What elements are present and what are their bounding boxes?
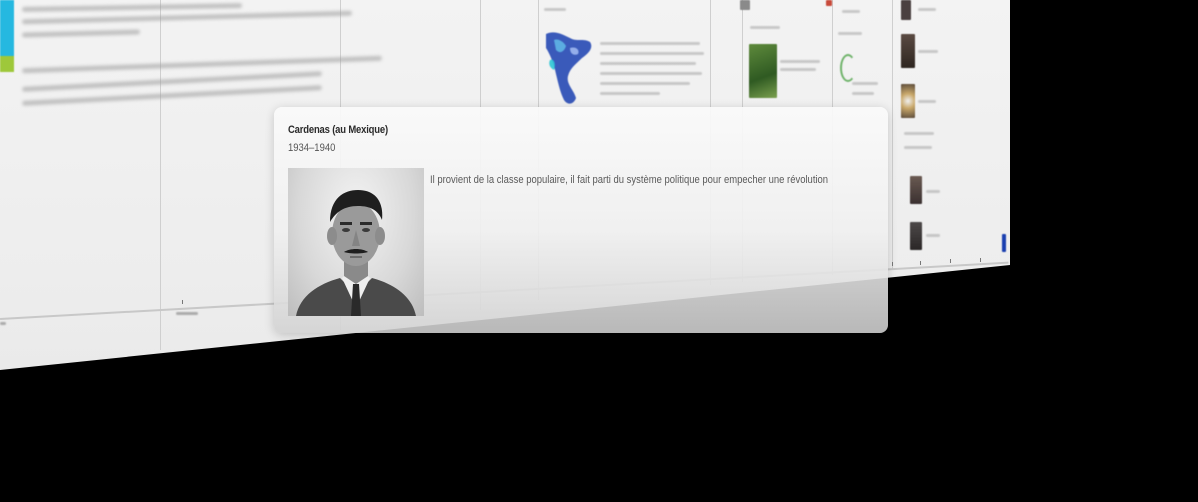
blurred-text-line [544,8,566,11]
column-divider [160,0,161,350]
blurred-text-line [918,8,936,11]
blurred-text-line [838,32,862,35]
plant-thumbnail [749,44,777,98]
axis-tick [920,261,921,265]
timeline-marker [1002,234,1006,252]
blurred-text-line [600,92,660,95]
blurred-text-line [842,10,860,13]
portrait-photo [288,168,424,316]
blurred-text-line [918,50,938,53]
timeline-viewport[interactable]: Cardenas (au Mexique) 1934–1940 Il provi… [0,0,1198,502]
logo-thumbnail [840,54,856,82]
blurred-axis-label [176,312,198,315]
blurred-text-line [21,29,141,38]
event-title: Cardenas (au Mexique) [288,124,388,136]
blurred-text-line [780,60,820,63]
blurred-text-line [21,3,243,12]
photo-thumbnail [901,0,911,20]
blurred-text-line [904,132,934,135]
blurred-text-line [22,55,382,74]
event-detail-card[interactable]: Cardenas (au Mexique) 1934–1940 Il provi… [274,107,888,333]
photo-thumbnail [901,34,915,68]
map-thumbnail [546,32,592,104]
blurred-text-line [750,26,780,29]
small-thumbnail [740,0,750,10]
blurred-text-line [852,92,874,95]
blurred-axis-label [0,322,6,325]
blurred-text-line [21,10,353,25]
blurred-text-line [600,52,704,55]
blurred-text-line [918,100,936,103]
category-color-strip [0,0,14,72]
blurred-text-line [600,82,690,85]
blurred-text-line [852,82,878,85]
blurred-text-line [600,72,702,75]
event-dates: 1934–1940 [288,142,336,154]
event-description: Il provient de la classe populaire, il f… [430,174,829,186]
photo-thumbnail [910,222,922,250]
photo-thumbnail [901,84,915,118]
small-thumbnail [826,0,832,6]
photo-thumbnail [910,176,922,204]
column-divider [892,0,893,270]
blurred-text-line [600,42,700,45]
axis-tick [182,300,183,304]
axis-tick [980,258,981,262]
axis-tick [892,262,893,266]
axis-tick [950,259,951,263]
blurred-text-line [926,190,940,193]
blurred-text-line [926,234,940,237]
blurred-text-line [780,68,816,71]
blurred-text-line [904,146,932,149]
blurred-text-line [600,62,696,65]
